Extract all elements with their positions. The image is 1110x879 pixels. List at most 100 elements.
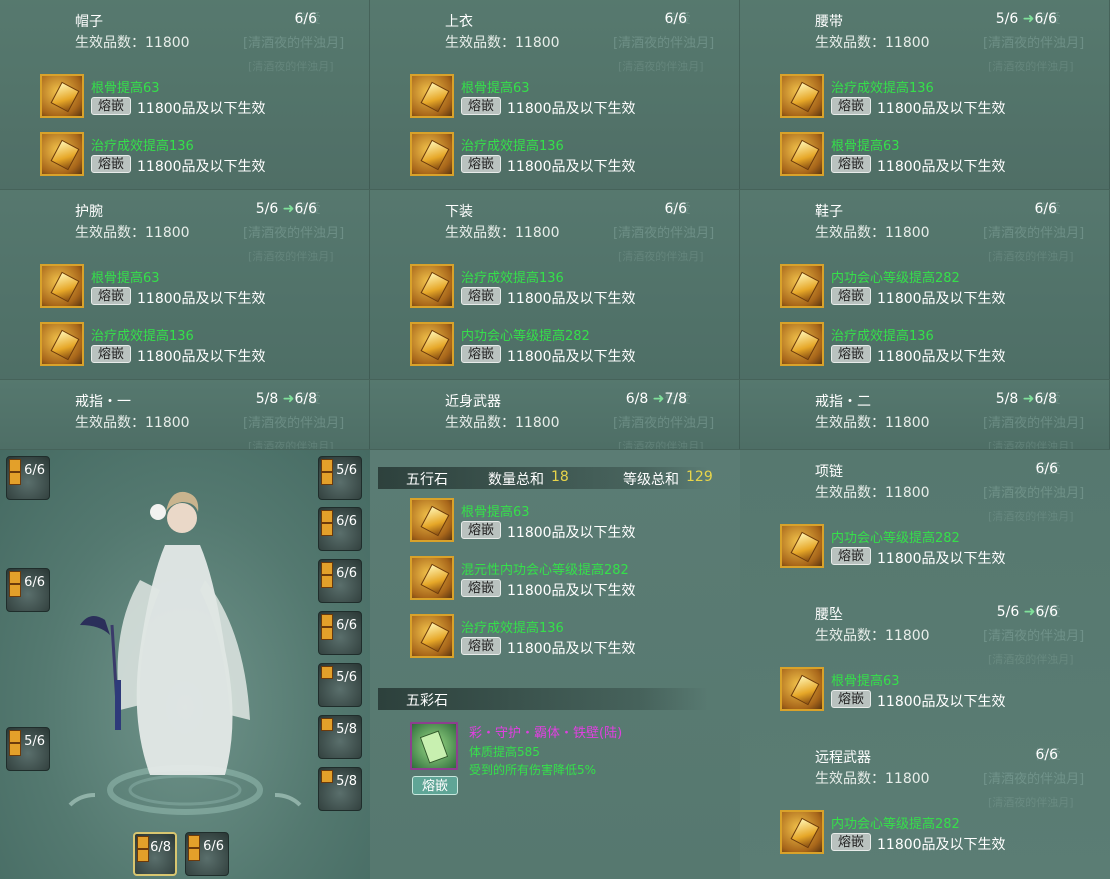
gem-icon[interactable] <box>410 132 454 176</box>
slot-gem-count: 5/8 <box>336 722 357 737</box>
gem-slot[interactable]: 治疗成效提高136 熔嵌 11800品及以下生效 <box>40 322 369 372</box>
gem-slot[interactable]: 根骨提高63 熔嵌 11800品及以下生效 <box>780 132 1109 182</box>
inlay-button[interactable]: 熔嵌 <box>91 287 131 305</box>
inlay-button[interactable]: 熔嵌 <box>461 637 501 655</box>
gem-icon[interactable] <box>780 667 824 711</box>
inlay-button[interactable]: 熔嵌 <box>461 521 501 539</box>
gem-slot[interactable]: 根骨提高63 熔嵌 11800品及以下生效 <box>40 264 369 314</box>
gem-effect-desc: 11800品及以下生效 <box>877 349 1006 365</box>
equip-slot-panel: 恰爱 [清酒夜的伴浊月] [清酒夜的伴浊月] 近身武器 6/8 ➜7/8 生效品数：1… <box>370 380 740 450</box>
equip-slot[interactable]: 6/6 <box>6 568 50 612</box>
watermark-faint: [清酒夜的伴浊月] <box>988 60 1074 73</box>
gem-slot[interactable]: 治疗成效提高136 熔嵌 11800品及以下生效 <box>410 264 739 314</box>
gem-icon[interactable] <box>40 264 84 308</box>
gem-slot[interactable]: 根骨提高63 熔嵌 11800品及以下生效 <box>410 74 739 124</box>
gem-name: 内功会心等级提高282 <box>831 531 960 546</box>
gem-slot[interactable]: 根骨提高63 熔嵌 11800品及以下生效 <box>780 667 1110 717</box>
gem-slot[interactable]: 内功会心等级提高282 熔嵌 11800品及以下生效 <box>780 524 1110 574</box>
gem-name: 根骨提高63 <box>831 139 900 154</box>
gem-effect-desc: 11800品及以下生效 <box>877 291 1006 307</box>
watermark: [清酒夜的伴浊月] <box>983 416 1085 431</box>
gem-icon[interactable] <box>410 264 454 308</box>
gem-slot[interactable]: 内功会心等级提高282 熔嵌 11800品及以下生效 <box>410 322 739 372</box>
wucai-attr-1: 体质提高585 <box>469 745 540 759</box>
inlay-button[interactable]: 熔嵌 <box>831 155 871 173</box>
wuxing-title: 五行石 <box>406 472 448 488</box>
gem-slot[interactable]: 根骨提高63 熔嵌 11800品及以下生效 <box>40 74 369 124</box>
watermark-faint: [清酒夜的伴浊月] <box>988 796 1074 809</box>
effective-quality: 生效品数：11800 <box>445 415 560 431</box>
inlay-button[interactable]: 熔嵌 <box>831 833 871 851</box>
gem-icon[interactable] <box>40 322 84 366</box>
equip-slot[interactable]: 6/6 <box>185 832 229 876</box>
gem-effect-desc: 11800品及以下生效 <box>877 694 1006 710</box>
wucai-inlay-button[interactable]: 熔嵌 <box>412 776 458 795</box>
gem-name: 根骨提高63 <box>91 81 160 96</box>
equip-slot[interactable]: 5/6 <box>6 727 50 771</box>
equip-slot[interactable]: 5/6 <box>318 663 362 707</box>
gem-slot[interactable]: 治疗成效提高136 熔嵌 11800品及以下生效 <box>780 74 1109 124</box>
character-preview[interactable]: 6/6 6/6 5/6 5/6 6/6 6/6 6/6 5/6 5/8 5/8 … <box>0 450 370 879</box>
gem-mini-icon <box>321 459 333 472</box>
inlay-button[interactable]: 熔嵌 <box>461 287 501 305</box>
gem-icon[interactable] <box>780 524 824 568</box>
gem-slot[interactable]: 混元性内功会心等级提高282 熔嵌 11800品及以下生效 <box>410 556 740 606</box>
gem-slot[interactable]: 治疗成效提高136 熔嵌 11800品及以下生效 <box>780 322 1109 372</box>
gem-icon[interactable] <box>410 322 454 366</box>
gem-icon[interactable] <box>780 322 824 366</box>
inlay-button[interactable]: 熔嵌 <box>461 155 501 173</box>
gem-icon[interactable] <box>780 132 824 176</box>
gem-icon[interactable] <box>410 74 454 118</box>
slot-gem-count: 6/6 <box>336 618 357 633</box>
inlay-button[interactable]: 熔嵌 <box>461 579 501 597</box>
inlay-button[interactable]: 熔嵌 <box>91 345 131 363</box>
gem-icon[interactable] <box>780 74 824 118</box>
equip-slot[interactable]: 6/8 <box>133 832 177 876</box>
inlay-button[interactable]: 熔嵌 <box>831 97 871 115</box>
inlay-button[interactable]: 熔嵌 <box>91 97 131 115</box>
equip-slot-panel: 恰爱 [清酒夜的伴浊月] [清酒夜的伴浊月] 远程武器 6/6 生效品数：11800 … <box>740 736 1110 879</box>
inlay-button[interactable]: 熔嵌 <box>461 97 501 115</box>
gem-mini-icon <box>321 575 333 588</box>
equip-slot[interactable]: 5/6 <box>318 456 362 500</box>
equip-slot[interactable]: 6/6 <box>318 507 362 551</box>
gem-slot[interactable]: 内功会心等级提高282 熔嵌 11800品及以下生效 <box>780 810 1110 860</box>
equip-slot[interactable]: 6/6 <box>6 456 50 500</box>
gem-slot[interactable]: 内功会心等级提高282 熔嵌 11800品及以下生效 <box>780 264 1109 314</box>
equip-slot[interactable]: 6/6 <box>318 611 362 655</box>
gem-effect-desc: 11800品及以下生效 <box>877 159 1006 175</box>
gem-effect-desc: 11800品及以下生效 <box>137 349 266 365</box>
gem-icon[interactable] <box>40 74 84 118</box>
gem-name: 治疗成效提高136 <box>461 139 564 154</box>
gem-icon[interactable] <box>40 132 84 176</box>
equip-slot[interactable]: 5/8 <box>318 767 362 811</box>
gem-icon[interactable] <box>780 264 824 308</box>
inlay-button[interactable]: 熔嵌 <box>831 690 871 708</box>
level-from: 5/6 <box>255 201 279 217</box>
gem-slot[interactable]: 治疗成效提高136 熔嵌 11800品及以下生效 <box>410 132 739 182</box>
equip-slot[interactable]: 5/8 <box>318 715 362 759</box>
slot-gem-count: 5/6 <box>336 463 357 478</box>
watermark-faint: [清酒夜的伴浊月] <box>618 440 704 450</box>
inlay-button[interactable]: 熔嵌 <box>461 345 501 363</box>
gem-slot[interactable]: 治疗成效提高136 熔嵌 11800品及以下生效 <box>40 132 369 182</box>
inlay-button[interactable]: 熔嵌 <box>831 547 871 565</box>
gem-icon[interactable] <box>410 498 454 542</box>
effective-quality: 生效品数：11800 <box>815 35 930 51</box>
gem-slot[interactable]: 根骨提高63 熔嵌 11800品及以下生效 <box>410 498 740 548</box>
gem-mini-icon <box>137 849 149 862</box>
inlay-button[interactable]: 熔嵌 <box>91 155 131 173</box>
gem-slot[interactable]: 治疗成效提高136 熔嵌 11800品及以下生效 <box>410 614 740 664</box>
inlay-button[interactable]: 熔嵌 <box>831 345 871 363</box>
equip-slot-title: 腰坠 <box>815 607 843 623</box>
watermark-faint: [清酒夜的伴浊月] <box>248 440 334 450</box>
inlay-button[interactable]: 熔嵌 <box>831 287 871 305</box>
wucai-stone-icon[interactable] <box>410 722 458 770</box>
gem-icon[interactable] <box>410 556 454 600</box>
level-indicator: 6/6 <box>664 11 687 27</box>
gem-effect-desc: 11800品及以下生效 <box>507 159 636 175</box>
wucai-header: 五彩石 <box>378 688 708 710</box>
gem-icon[interactable] <box>410 614 454 658</box>
gem-icon[interactable] <box>780 810 824 854</box>
equip-slot[interactable]: 6/6 <box>318 559 362 603</box>
